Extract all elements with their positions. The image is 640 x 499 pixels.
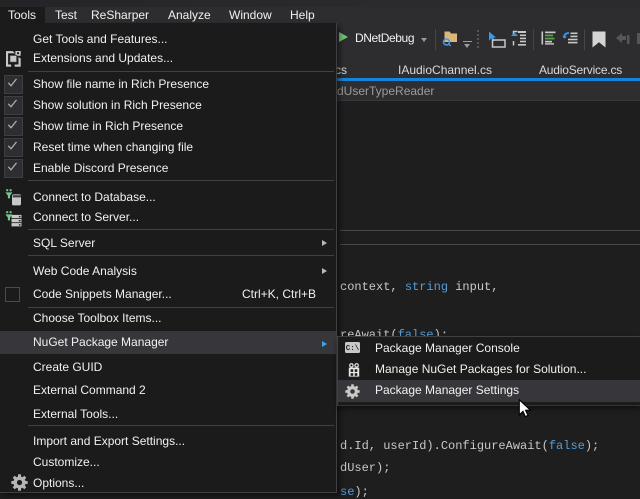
svg-text:C:\: C:\ bbox=[346, 345, 360, 353]
